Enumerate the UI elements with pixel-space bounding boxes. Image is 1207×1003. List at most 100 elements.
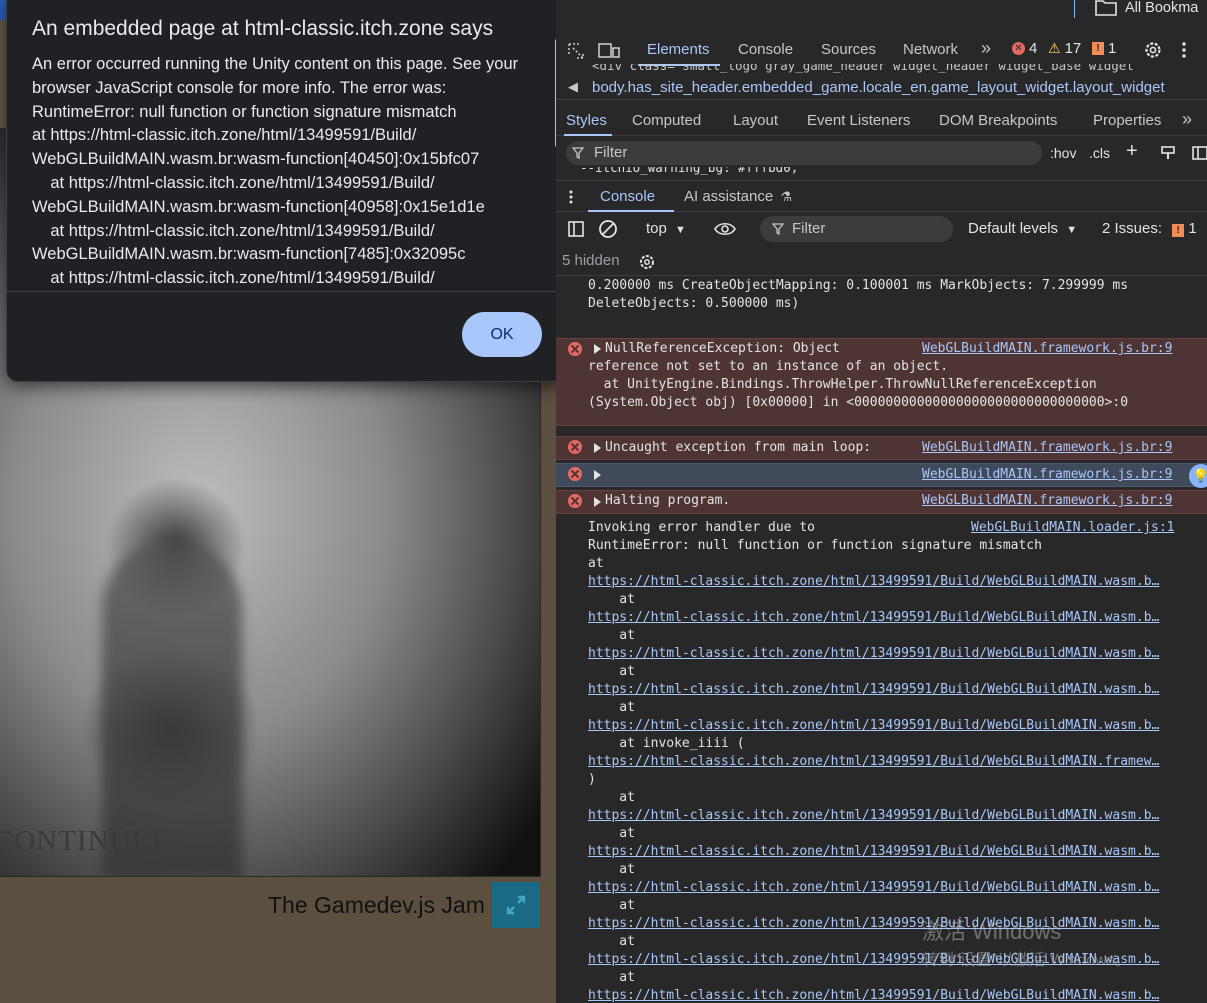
jam-title[interactable]: The Gamedev.js Jam bbox=[268, 892, 485, 919]
console-filter-input[interactable] bbox=[760, 216, 953, 242]
chevron-down-icon: ▼ bbox=[1066, 224, 1078, 236]
log-levels-select[interactable]: Default levels ▼ bbox=[968, 220, 1077, 237]
stack-at: at bbox=[588, 700, 635, 715]
dom-tree-peek[interactable]: <div class="small_logo gray_game_header … bbox=[556, 64, 1207, 76]
stack-at: at bbox=[588, 898, 635, 913]
cls-toggle[interactable]: .cls bbox=[1089, 145, 1110, 161]
tab-console[interactable]: Console bbox=[738, 41, 793, 58]
stack-link[interactable]: https://html-classic.itch.zone/html/1349… bbox=[588, 754, 1159, 769]
expand-triangle-icon[interactable] bbox=[594, 470, 601, 480]
issue-counter[interactable]: ! 1 bbox=[1092, 40, 1116, 57]
tab-event-listeners[interactable]: Event Listeners bbox=[807, 112, 910, 129]
dialog-message: An error occurred running the Unity cont… bbox=[32, 55, 519, 285]
tab-sources[interactable]: Sources bbox=[821, 41, 876, 58]
drawer-tabbar: Console AI assistance ⚗ bbox=[556, 180, 1207, 212]
console-log[interactable]: 0.200000 ms CreateObjectMapping: 0.10000… bbox=[556, 277, 1207, 1003]
stack-link[interactable]: https://html-classic.itch.zone/html/1349… bbox=[588, 574, 1159, 589]
tab-properties[interactable]: Properties bbox=[1093, 112, 1161, 129]
error-message: Uncaught exception from main loop: bbox=[605, 440, 872, 455]
fullscreen-button[interactable] bbox=[492, 882, 540, 928]
ok-button[interactable]: OK bbox=[462, 312, 542, 357]
issues-count: 1 bbox=[1188, 220, 1197, 237]
error-icon: ✕ bbox=[1012, 42, 1025, 55]
error-source-link[interactable]: WebGLBuildMAIN.framework.js.br:9 bbox=[922, 440, 1172, 455]
stack-link[interactable]: https://html-classic.itch.zone/html/1349… bbox=[588, 880, 1159, 895]
stack-invoke: at invoke_iiii ( bbox=[588, 736, 745, 751]
error-stack-line: (System.Object obj) [0x00000] in <000000… bbox=[588, 395, 1129, 410]
error-icon bbox=[568, 440, 582, 454]
expand-triangle-icon[interactable] bbox=[594, 497, 601, 507]
stack-link[interactable]: https://html-classic.itch.zone/html/1349… bbox=[588, 916, 1159, 931]
dialog-divider bbox=[7, 291, 565, 292]
log-message: Invoking error handler due to bbox=[588, 520, 815, 535]
styles-filter-row: Filter :hov .cls + bbox=[556, 139, 1207, 167]
warning-counter[interactable]: ⚠ 17 bbox=[1048, 40, 1081, 57]
expand-triangle-icon[interactable] bbox=[594, 443, 601, 453]
inspect-icon[interactable] bbox=[566, 41, 586, 61]
expand-icon bbox=[506, 895, 526, 915]
dialog-body[interactable]: An error occurred running the Unity cont… bbox=[7, 53, 566, 285]
eye-icon[interactable] bbox=[714, 222, 736, 236]
stack-link[interactable]: https://html-classic.itch.zone/html/1349… bbox=[588, 988, 1159, 1003]
device-toolbar-icon[interactable] bbox=[598, 42, 620, 60]
bookmark-separator bbox=[1074, 0, 1075, 18]
stack-link[interactable]: https://html-classic.itch.zone/html/1349… bbox=[588, 808, 1159, 823]
stack-at: at bbox=[588, 664, 635, 679]
windows-activation-hint: 转到"设置"以激活 Windows。 bbox=[922, 952, 1131, 969]
context-select[interactable]: top ▼ bbox=[646, 220, 686, 237]
drawer-tab-ai-assistance[interactable]: AI assistance ⚗ bbox=[684, 188, 792, 205]
expand-triangle-icon[interactable] bbox=[594, 344, 601, 354]
hidden-count[interactable]: 5 hidden bbox=[562, 252, 620, 269]
stack-at: at bbox=[588, 934, 635, 949]
tab-elements[interactable]: Elements bbox=[647, 41, 710, 58]
error-source-link[interactable]: WebGLBuildMAIN.framework.js.br:9 bbox=[922, 467, 1172, 482]
error-source-link[interactable]: WebGLBuildMAIN.framework.js.br:9 bbox=[922, 493, 1172, 508]
stack-link[interactable]: https://html-classic.itch.zone/html/1349… bbox=[588, 610, 1159, 625]
styles-tab-indicator bbox=[564, 134, 612, 136]
warning-icon: ⚠ bbox=[1048, 40, 1061, 56]
log-source-link[interactable]: WebGLBuildMAIN.loader.js:1 bbox=[971, 520, 1175, 535]
tab-styles[interactable]: Styles bbox=[566, 112, 607, 129]
sidebar-toggle-icon[interactable] bbox=[1192, 145, 1207, 161]
folder-icon[interactable] bbox=[1094, 0, 1118, 18]
error-source-link[interactable]: WebGLBuildMAIN.framework.js.br:9 bbox=[922, 341, 1172, 356]
clear-console-icon[interactable] bbox=[598, 219, 618, 239]
new-rule-icon[interactable]: + bbox=[1126, 140, 1138, 163]
all-bookmarks-link[interactable]: All Bookma bbox=[1125, 0, 1198, 16]
styles-filter-input[interactable] bbox=[566, 141, 1042, 165]
stack-at: at bbox=[588, 628, 635, 643]
stack-link[interactable]: https://html-classic.itch.zone/html/1349… bbox=[588, 718, 1159, 733]
drawer-menu-icon[interactable] bbox=[568, 190, 574, 204]
paint-brush-icon[interactable] bbox=[1160, 145, 1176, 161]
sidebar-show-icon[interactable] bbox=[568, 221, 584, 237]
flask-icon: ⚗ bbox=[780, 189, 793, 204]
error-counter[interactable]: ✕ 4 bbox=[1012, 40, 1037, 57]
context-label: top bbox=[646, 220, 667, 237]
ai-hint-bulb-icon[interactable]: 💡 bbox=[1189, 464, 1207, 488]
tab-layout[interactable]: Layout bbox=[733, 112, 778, 129]
breadcrumb-back-icon[interactable]: ◀ bbox=[568, 79, 578, 95]
issues-link[interactable]: 2 Issues: ! 1 bbox=[1102, 220, 1197, 237]
filter-icon bbox=[572, 147, 584, 159]
stack-at: at bbox=[588, 556, 604, 571]
console-settings-gear-icon[interactable] bbox=[638, 253, 656, 271]
stack-link[interactable]: https://html-classic.itch.zone/html/1349… bbox=[588, 682, 1159, 697]
breadcrumb-node[interactable]: body.has_site_header.embedded_game.local… bbox=[592, 79, 1165, 96]
error-message: NullReferenceException: Object bbox=[605, 341, 840, 356]
stack-link[interactable]: https://html-classic.itch.zone/html/1349… bbox=[588, 844, 1159, 859]
more-styles-tabs-button[interactable]: » bbox=[1182, 109, 1192, 130]
kebab-menu-icon[interactable] bbox=[1180, 41, 1188, 59]
stack-at: at bbox=[588, 970, 635, 985]
stack-link[interactable]: https://html-classic.itch.zone/html/1349… bbox=[588, 646, 1159, 661]
hov-toggle[interactable]: :hov bbox=[1050, 145, 1076, 161]
tab-network[interactable]: Network bbox=[903, 41, 958, 58]
more-tabs-button[interactable]: » bbox=[981, 38, 991, 59]
warning-count: 17 bbox=[1064, 40, 1082, 57]
drawer-tab-console[interactable]: Console bbox=[600, 188, 655, 205]
log-message: RuntimeError: null function or function … bbox=[588, 538, 1042, 553]
stack-at: at bbox=[588, 862, 635, 877]
tab-dom-breakpoints[interactable]: DOM Breakpoints bbox=[939, 112, 1057, 129]
tab-computed[interactable]: Computed bbox=[632, 112, 701, 129]
continue-prompt: CONTINUE) bbox=[0, 825, 161, 857]
settings-gear-icon[interactable] bbox=[1143, 40, 1163, 60]
